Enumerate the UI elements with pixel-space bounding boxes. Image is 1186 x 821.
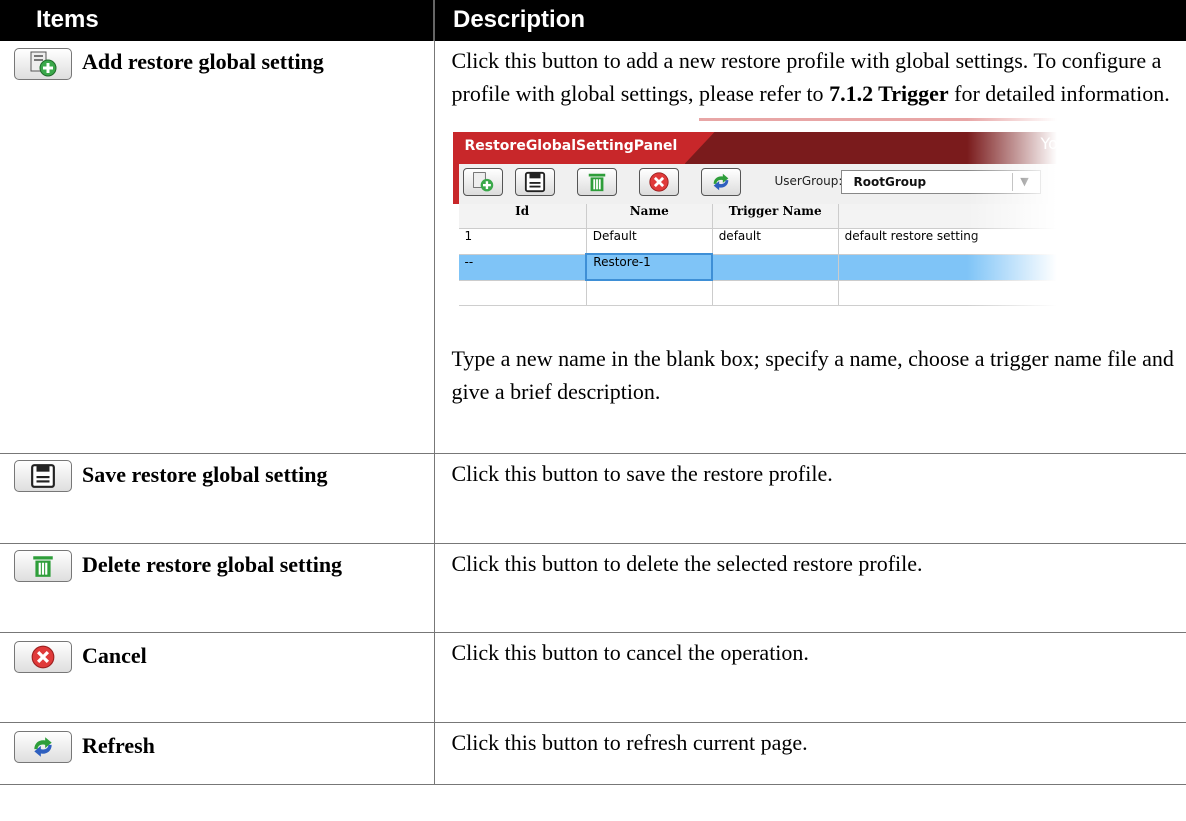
desc-delete-restore: Click this button to delete the selected… [434, 543, 1186, 633]
panel-cancel-button[interactable] [638, 168, 679, 196]
desc-save-restore: Click this button to save the restore pr… [434, 453, 1186, 544]
usergroup-label: UserGroup: [774, 174, 843, 188]
cancel-icon [31, 646, 55, 669]
trash-icon [588, 173, 605, 192]
item-cancel: Cancel [0, 632, 435, 723]
add-button[interactable] [14, 47, 72, 80]
column-trigger-name[interactable]: Trigger Name [712, 204, 839, 229]
panel-refresh-button[interactable] [700, 168, 741, 196]
item-save-restore: Save restore global setting [0, 453, 435, 544]
column-name[interactable]: Name [586, 204, 713, 229]
panel-add-button[interactable] [462, 168, 503, 196]
desc-refresh: Click this button to refresh current pag… [434, 722, 1186, 785]
item-refresh: Refresh [0, 722, 435, 785]
items-description-table: Items Description Add restore global set… [0, 0, 1186, 785]
save-icon [524, 171, 545, 193]
item-add-restore: Add restore global setting [0, 41, 435, 454]
item-delete-restore: Delete restore global setting [0, 543, 435, 633]
name-edit-field[interactable]: Restore-1 [585, 253, 714, 281]
refresh-icon [34, 737, 52, 758]
cancel-button[interactable] [14, 641, 72, 674]
items-header: Items [0, 0, 435, 41]
panel-delete-button[interactable] [576, 168, 617, 196]
add-profile-icon [472, 172, 493, 192]
cancel-icon [648, 172, 669, 192]
trash-icon [33, 556, 53, 578]
panel-title: RestoreGlobalSettingPanel [464, 138, 678, 154]
panel-save-button[interactable] [514, 168, 555, 196]
desc-add-restore: Click this button to add a new restore p… [434, 41, 1186, 454]
desc-cancel: Click this button to cancel the operatio… [434, 632, 1186, 723]
refresh-icon [713, 173, 728, 191]
save-button[interactable] [14, 460, 72, 493]
column-id[interactable]: Id [458, 204, 587, 229]
embedded-panel-screenshot: RestoreGlobalSettingPanel Yo [452, 116, 1057, 334]
delete-button[interactable] [14, 550, 72, 583]
refresh-button[interactable] [14, 731, 72, 764]
add-profile-icon [30, 51, 57, 77]
description-header: Description [434, 0, 1186, 41]
save-icon [31, 464, 55, 489]
